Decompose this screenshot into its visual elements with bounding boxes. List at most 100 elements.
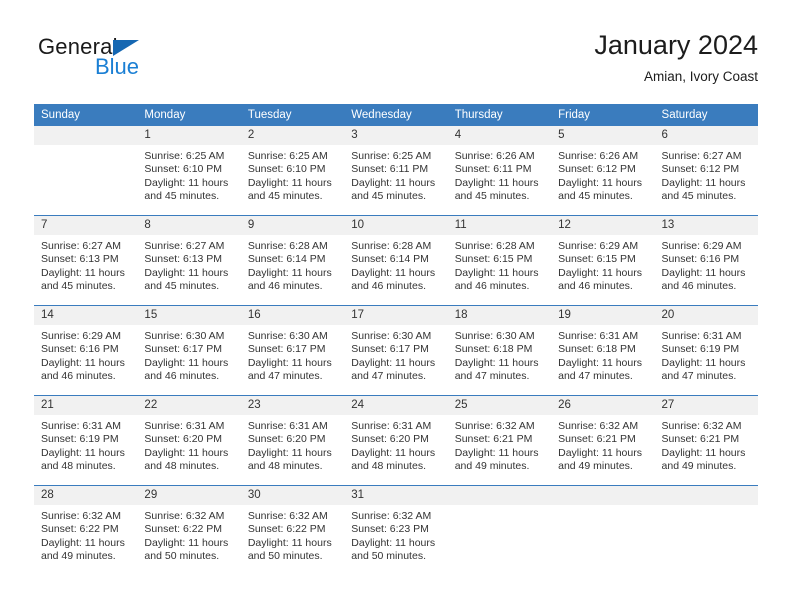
daylight-text-line2: and 46 minutes.	[41, 370, 116, 383]
daylight-text-line2: and 45 minutes.	[144, 280, 220, 293]
day-cell[interactable]: 15 Sunrise: 6:30 AM Sunset: 6:17 PM Dayl…	[137, 305, 241, 396]
sunrise-text: Sunrise: 6:29 AM	[558, 240, 639, 252]
daylight-text-line2: and 50 minutes.	[351, 550, 426, 563]
day-cell[interactable]: 17 Sunrise: 6:30 AM Sunset: 6:17 PM Dayl…	[344, 305, 448, 396]
daylight-text-line1: Daylight: 11 hours	[351, 446, 436, 459]
day-details: Sunrise: 6:32 AM Sunset: 6:23 PM Dayligh…	[344, 505, 447, 575]
day-cell[interactable]: 31 Sunrise: 6:32 AM Sunset: 6:23 PM Dayl…	[344, 485, 448, 575]
sunrise-text: Sunrise: 6:32 AM	[661, 420, 742, 432]
daylight-text-line2: and 47 minutes.	[558, 370, 633, 383]
day-number: 5	[551, 126, 655, 145]
day-cell[interactable]: 26 Sunrise: 6:32 AM Sunset: 6:21 PM Dayl…	[551, 395, 655, 486]
day-cell[interactable]: 11 Sunrise: 6:28 AM Sunset: 6:15 PM Dayl…	[447, 215, 552, 306]
day-number: 27	[654, 396, 758, 415]
day-cell[interactable]: 29 Sunrise: 6:32 AM Sunset: 6:22 PM Dayl…	[137, 485, 241, 575]
daylight-text-line1: Daylight: 11 hours	[247, 536, 332, 549]
day-number: 19	[551, 306, 655, 325]
day-cell[interactable]: 28 Sunrise: 6:32 AM Sunset: 6:22 PM Dayl…	[34, 485, 138, 575]
daylight-text-line1: Daylight: 11 hours	[144, 446, 229, 459]
calendar-body: 1 Sunrise: 6:25 AM Sunset: 6:10 PM Dayli…	[34, 126, 758, 575]
day-cell[interactable]: 9 Sunrise: 6:28 AM Sunset: 6:14 PM Dayli…	[240, 215, 345, 306]
day-number: 22	[137, 396, 241, 415]
day-cell[interactable]: 6 Sunrise: 6:27 AM Sunset: 6:12 PM Dayli…	[654, 126, 758, 216]
day-number: 20	[654, 306, 758, 325]
day-number: 25	[447, 396, 552, 415]
day-cell[interactable]: 7 Sunrise: 6:27 AM Sunset: 6:13 PM Dayli…	[34, 215, 138, 306]
daylight-text-line2: and 46 minutes.	[661, 280, 737, 293]
daylight-text-line1: Daylight: 11 hours	[144, 536, 229, 549]
day-number: 15	[137, 306, 241, 325]
sunset-text: Sunset: 6:20 PM	[144, 433, 223, 446]
sunrise-text: Sunrise: 6:27 AM	[661, 150, 742, 162]
day-number	[551, 486, 655, 505]
calendar-week-row: 1 Sunrise: 6:25 AM Sunset: 6:10 PM Dayli…	[34, 126, 758, 216]
weekday-header-sunday: Sunday	[34, 104, 138, 126]
day-details: Sunrise: 6:30 AM Sunset: 6:17 PM Dayligh…	[137, 325, 240, 395]
day-cell[interactable]: 5 Sunrise: 6:26 AM Sunset: 6:12 PM Dayli…	[551, 126, 655, 216]
day-cell[interactable]: 4 Sunrise: 6:26 AM Sunset: 6:11 PM Dayli…	[447, 126, 552, 216]
day-cell[interactable]: 18 Sunrise: 6:30 AM Sunset: 6:18 PM Dayl…	[447, 305, 552, 396]
calendar-week-row: 21 Sunrise: 6:31 AM Sunset: 6:19 PM Dayl…	[34, 395, 758, 486]
day-number: 23	[240, 396, 345, 415]
sunset-text: Sunset: 6:20 PM	[247, 433, 326, 446]
daylight-text-line2: and 45 minutes.	[247, 190, 323, 203]
day-details: Sunrise: 6:32 AM Sunset: 6:22 PM Dayligh…	[34, 505, 137, 575]
sunset-text: Sunset: 6:21 PM	[661, 433, 740, 446]
day-cell	[447, 485, 552, 575]
day-cell[interactable]: 27 Sunrise: 6:32 AM Sunset: 6:21 PM Dayl…	[654, 395, 758, 486]
day-cell[interactable]: 2 Sunrise: 6:25 AM Sunset: 6:10 PM Dayli…	[240, 126, 345, 216]
day-number: 12	[551, 216, 655, 235]
sunrise-text: Sunrise: 6:32 AM	[41, 510, 121, 522]
day-cell[interactable]: 19 Sunrise: 6:31 AM Sunset: 6:18 PM Dayl…	[551, 305, 655, 396]
day-cell[interactable]: 8 Sunrise: 6:27 AM Sunset: 6:13 PM Dayli…	[137, 215, 241, 306]
sunrise-text: Sunrise: 6:28 AM	[454, 240, 535, 252]
sunset-text: Sunset: 6:19 PM	[41, 433, 119, 446]
day-cell[interactable]: 24 Sunrise: 6:31 AM Sunset: 6:20 PM Dayl…	[344, 395, 448, 486]
day-cell[interactable]: 30 Sunrise: 6:32 AM Sunset: 6:22 PM Dayl…	[240, 485, 345, 575]
day-number: 9	[240, 216, 345, 235]
daylight-text-line2: and 47 minutes.	[351, 370, 426, 383]
day-cell[interactable]: 1 Sunrise: 6:25 AM Sunset: 6:10 PM Dayli…	[137, 126, 241, 216]
day-cell[interactable]: 25 Sunrise: 6:32 AM Sunset: 6:21 PM Dayl…	[447, 395, 552, 486]
day-details: Sunrise: 6:31 AM Sunset: 6:20 PM Dayligh…	[241, 415, 344, 485]
sunrise-text: Sunrise: 6:29 AM	[41, 330, 121, 342]
calendar-week-row: 14 Sunrise: 6:29 AM Sunset: 6:16 PM Dayl…	[34, 305, 758, 396]
day-number: 28	[34, 486, 138, 505]
daylight-text-line1: Daylight: 11 hours	[661, 176, 746, 189]
general-blue-logo[interactable]: General Blue	[38, 34, 238, 90]
day-number: 29	[137, 486, 241, 505]
day-cell[interactable]: 14 Sunrise: 6:29 AM Sunset: 6:16 PM Dayl…	[34, 305, 138, 396]
calendar-week-row: 7 Sunrise: 6:27 AM Sunset: 6:13 PM Dayli…	[34, 215, 758, 306]
daylight-text-line2: and 46 minutes.	[247, 280, 323, 293]
weekday-header-monday: Monday	[137, 104, 241, 126]
sunset-text: Sunset: 6:13 PM	[41, 253, 119, 266]
page-subtitle: Amian, Ivory Coast	[643, 69, 758, 84]
day-details	[448, 505, 551, 575]
sunrise-text: Sunrise: 6:31 AM	[558, 330, 639, 342]
day-details: Sunrise: 6:28 AM Sunset: 6:14 PM Dayligh…	[241, 235, 344, 305]
day-cell[interactable]: 10 Sunrise: 6:28 AM Sunset: 6:14 PM Dayl…	[344, 215, 448, 306]
day-number: 11	[447, 216, 552, 235]
sunrise-text: Sunrise: 6:32 AM	[454, 420, 535, 432]
daylight-text-line1: Daylight: 11 hours	[454, 266, 539, 279]
day-cell	[654, 485, 758, 575]
day-cell[interactable]: 12 Sunrise: 6:29 AM Sunset: 6:15 PM Dayl…	[551, 215, 655, 306]
day-cell[interactable]: 22 Sunrise: 6:31 AM Sunset: 6:20 PM Dayl…	[137, 395, 241, 486]
sunset-text: Sunset: 6:15 PM	[454, 253, 533, 266]
day-cell[interactable]: 16 Sunrise: 6:30 AM Sunset: 6:17 PM Dayl…	[240, 305, 345, 396]
day-cell[interactable]: 21 Sunrise: 6:31 AM Sunset: 6:19 PM Dayl…	[34, 395, 138, 486]
day-cell[interactable]: 3 Sunrise: 6:25 AM Sunset: 6:11 PM Dayli…	[344, 126, 448, 216]
daylight-text-line2: and 45 minutes.	[661, 190, 737, 203]
daylight-text-line2: and 49 minutes.	[454, 460, 530, 473]
day-cell[interactable]: 13 Sunrise: 6:29 AM Sunset: 6:16 PM Dayl…	[654, 215, 758, 306]
day-cell[interactable]: 20 Sunrise: 6:31 AM Sunset: 6:19 PM Dayl…	[654, 305, 758, 396]
sunset-text: Sunset: 6:12 PM	[661, 163, 740, 176]
day-details: Sunrise: 6:32 AM Sunset: 6:22 PM Dayligh…	[241, 505, 344, 575]
daylight-text-line1: Daylight: 11 hours	[661, 266, 746, 279]
day-cell[interactable]: 23 Sunrise: 6:31 AM Sunset: 6:20 PM Dayl…	[240, 395, 345, 486]
sunrise-text: Sunrise: 6:28 AM	[247, 240, 328, 252]
daylight-text-line1: Daylight: 11 hours	[558, 356, 642, 369]
day-details: Sunrise: 6:27 AM Sunset: 6:13 PM Dayligh…	[137, 235, 240, 305]
day-details: Sunrise: 6:29 AM Sunset: 6:16 PM Dayligh…	[34, 325, 137, 395]
weekday-header-tuesday: Tuesday	[240, 104, 345, 126]
